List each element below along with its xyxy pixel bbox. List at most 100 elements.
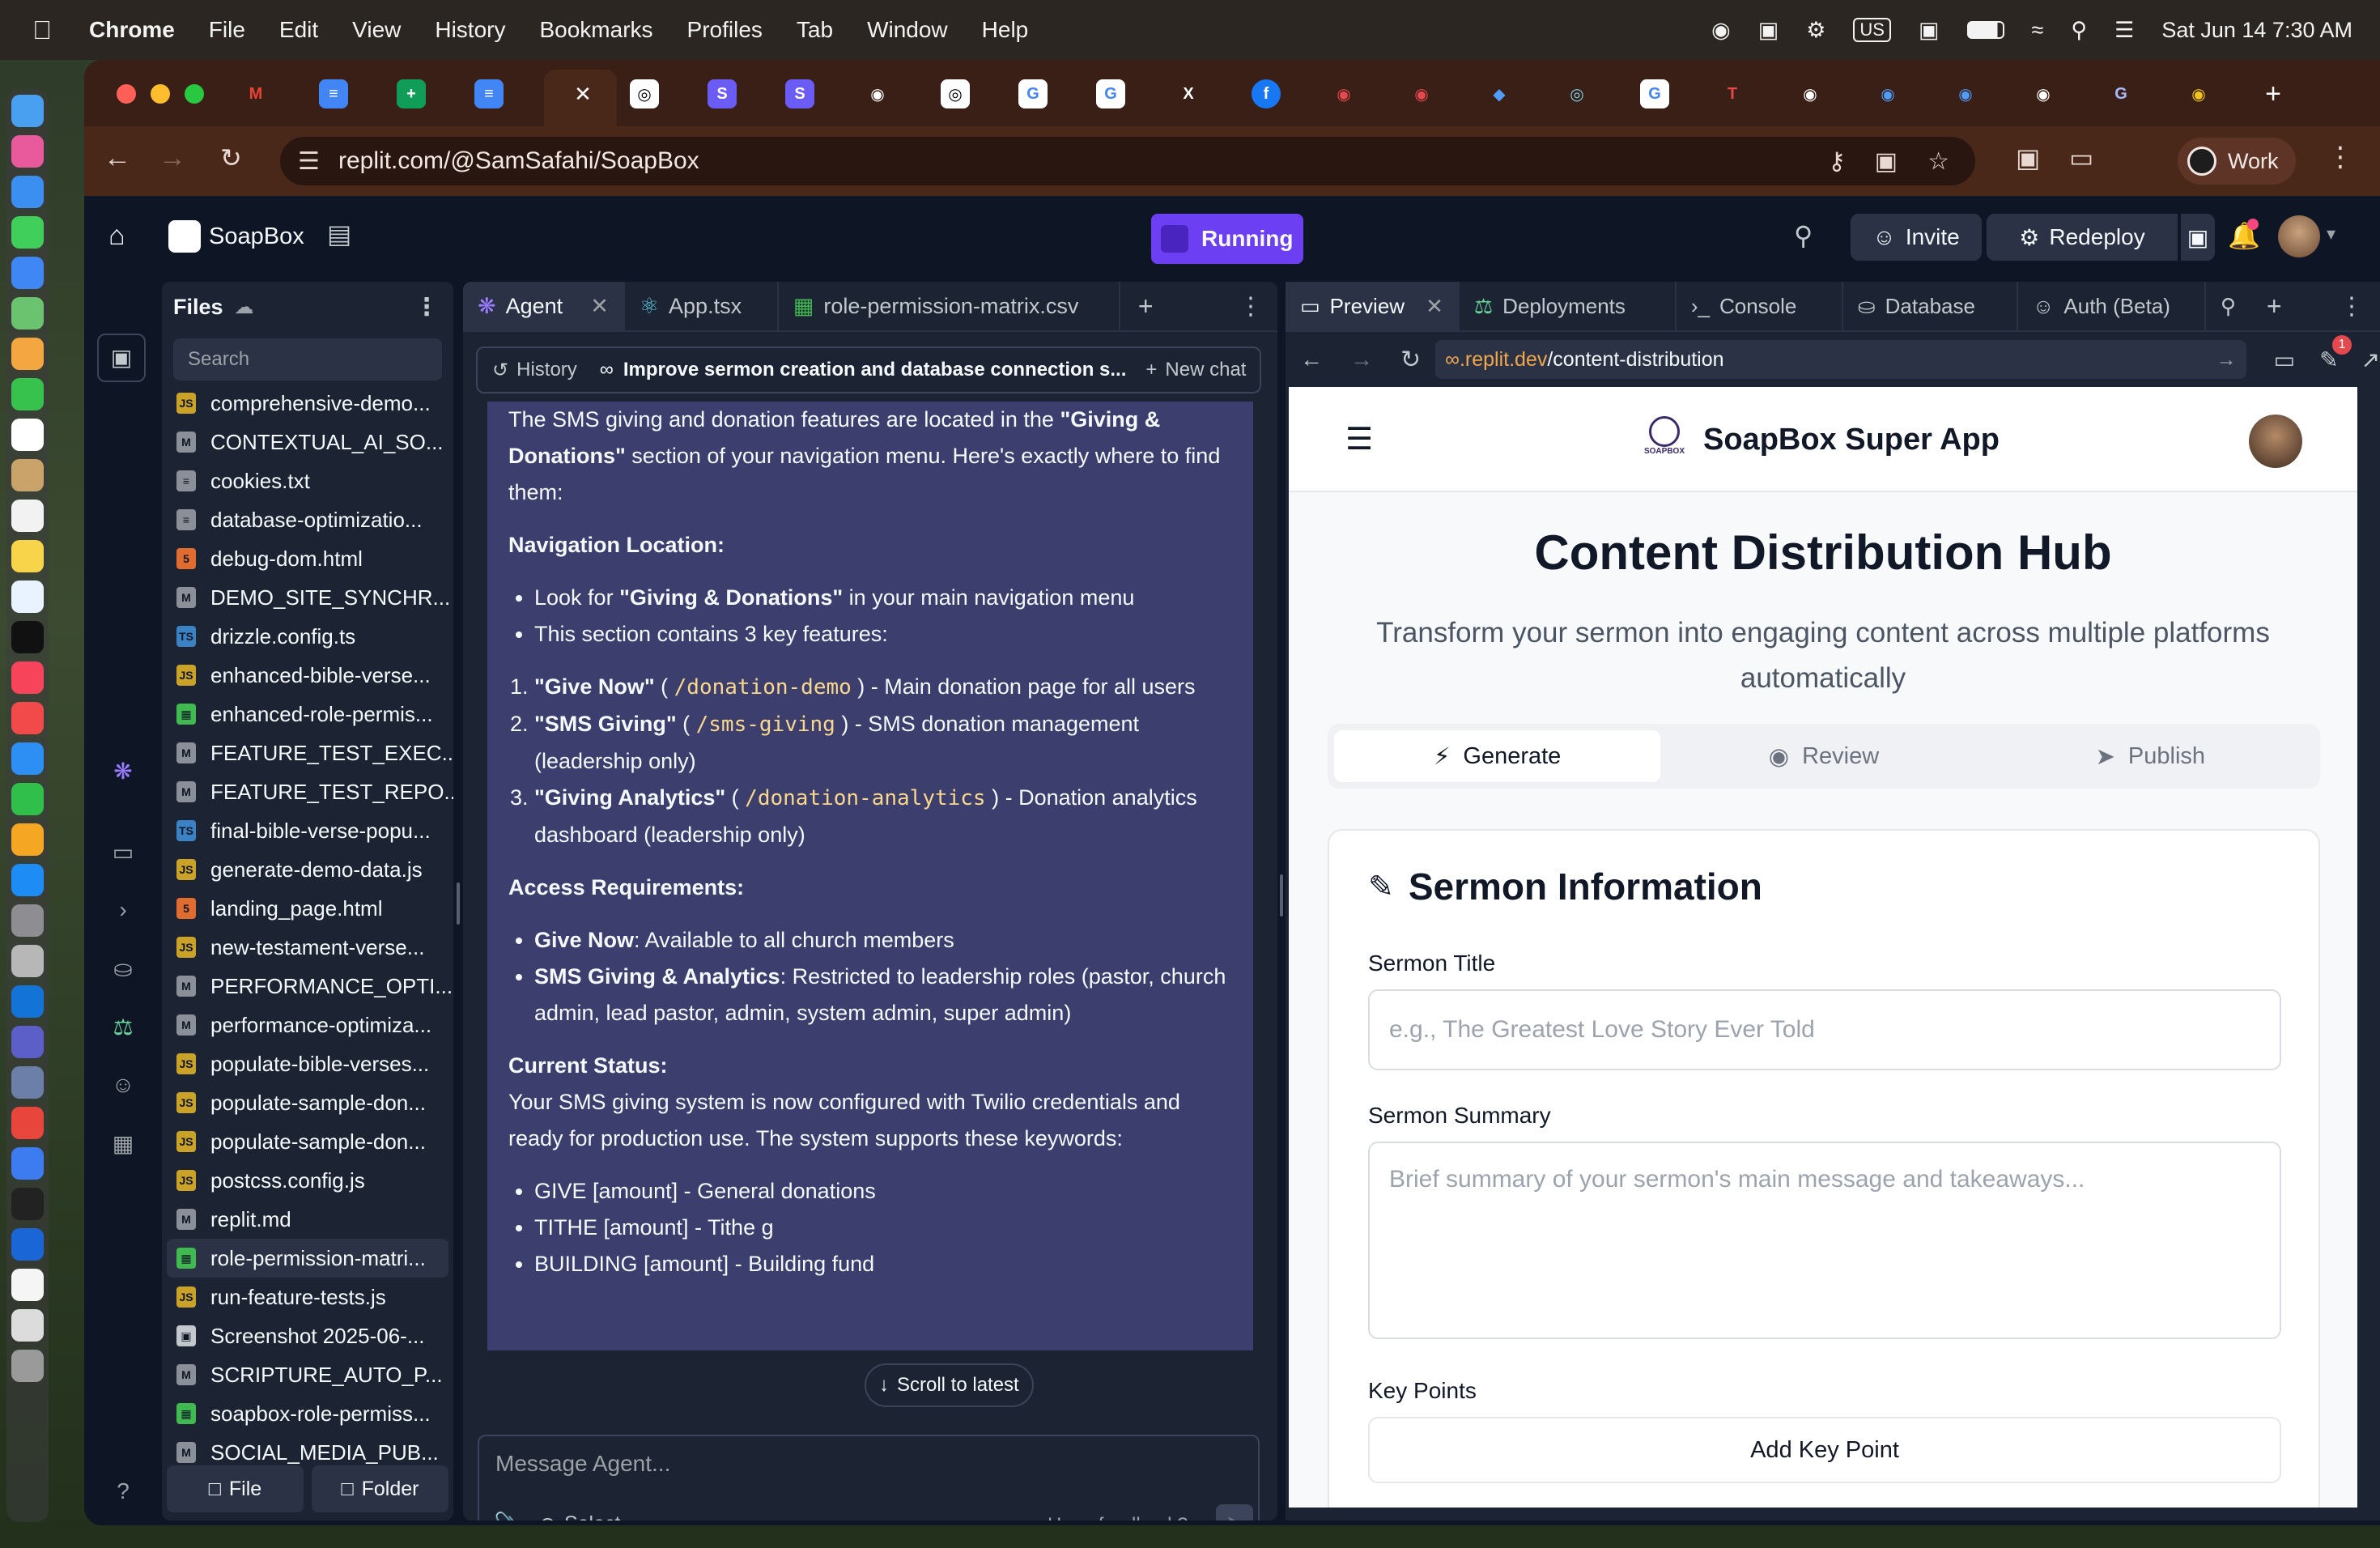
hamburger-menu-icon[interactable]: ☰ — [1345, 421, 1373, 457]
chrome-menu-icon[interactable]: ⋮ — [2327, 141, 2354, 173]
close-window-button[interactable] — [117, 84, 136, 104]
dock-maps-icon[interactable] — [11, 297, 44, 330]
dock-app-icon-2[interactable] — [11, 945, 44, 977]
project-name[interactable]: SoapBox — [209, 223, 304, 250]
dock-photos-icon[interactable] — [11, 338, 44, 370]
open-arrow-icon[interactable]: → — [2216, 348, 2237, 372]
file-item[interactable]: JS new-testament-verse... — [162, 928, 453, 967]
dock-app-icon-4[interactable] — [11, 1147, 44, 1180]
menu-file[interactable]: File — [209, 17, 245, 43]
files-search-input[interactable]: Search — [173, 338, 442, 381]
apple-icon[interactable]:  — [32, 15, 52, 45]
menu-help[interactable]: Help — [982, 17, 1029, 43]
preview-icon[interactable]: ▭ — [108, 839, 138, 868]
dock-freeform-icon[interactable] — [11, 580, 44, 613]
spotlight-search-icon[interactable]: ⚲ — [2071, 18, 2087, 43]
history-button[interactable]: ↺ History — [492, 359, 577, 382]
chevron-down-icon[interactable]: ▾ — [2327, 223, 2335, 245]
tab-console[interactable]: ›_ Console — [1677, 282, 1843, 331]
battery-icon[interactable] — [1966, 21, 2004, 39]
dock-terminal-icon[interactable] — [11, 1188, 44, 1220]
profile-button[interactable]: Work — [2178, 138, 2296, 185]
tab-openai-icon[interactable]: ◎ — [630, 79, 659, 108]
dock-reminders-icon[interactable] — [11, 500, 44, 532]
run-button[interactable]: Running — [1151, 214, 1303, 264]
dock-pages-icon[interactable] — [11, 823, 44, 856]
menu-tab[interactable]: Tab — [797, 17, 833, 43]
dock-facetime-icon[interactable] — [11, 378, 44, 410]
forward-icon[interactable]: → — [159, 142, 186, 174]
menu-window[interactable]: Window — [867, 17, 948, 43]
dock-finder-icon[interactable] — [11, 95, 44, 127]
menu-history[interactable]: History — [435, 17, 505, 43]
file-item[interactable]: JS postcss.config.js — [162, 1161, 453, 1200]
file-item[interactable]: ▦ enhanced-role-permis... — [162, 695, 453, 734]
extensions-icon[interactable]: ▣ — [2016, 142, 2040, 173]
address-url[interactable]: replit.com/@SamSafahi/SoapBox — [338, 147, 699, 175]
dock-app-icon-3[interactable] — [11, 1066, 44, 1099]
help-icon[interactable]: ? — [108, 1478, 138, 1508]
agent-icon[interactable]: ❋ — [108, 758, 138, 787]
dock-chrome-icon[interactable] — [11, 1107, 44, 1139]
tab-openai-icon-2[interactable]: ◎ — [941, 79, 970, 108]
tab-docs-icon-2[interactable]: ≡ — [474, 79, 504, 108]
close-tab-icon[interactable]: ✕ — [1426, 294, 1443, 319]
add-tab-icon[interactable]: + — [1138, 291, 1154, 321]
dock-calendar-icon[interactable] — [11, 419, 44, 451]
dock-teams-icon[interactable] — [11, 1026, 44, 1058]
preview-url-input[interactable]: ∞ .replit.dev /content-distribution → — [1435, 340, 2246, 379]
database-icon[interactable]: ⛀ — [108, 955, 138, 985]
status-icon-1[interactable]: ◉ — [1711, 18, 1731, 43]
file-item[interactable]: JS generate-demo-data.js — [162, 850, 453, 889]
file-item[interactable]: M FEATURE_TEST_REPO... — [162, 772, 453, 811]
pane-resize-handle[interactable] — [457, 882, 460, 925]
menu-edit[interactable]: Edit — [279, 17, 318, 43]
tab-app-icon-blue[interactable]: ◉ — [1873, 79, 1902, 108]
tab-google-icon-3[interactable]: G — [1640, 79, 1669, 108]
control-center-icon[interactable]: ☰ — [2114, 18, 2134, 43]
invite-button[interactable]: ☺ Invite — [1851, 214, 1982, 261]
tab-sheets-icon[interactable]: + — [397, 79, 426, 108]
files-menu-icon[interactable]: ⋮ — [414, 293, 439, 321]
site-info-icon[interactable]: ☰ — [298, 147, 320, 176]
tab-app-icon-teal[interactable]: ◎ — [1562, 79, 1592, 108]
status-icon-3[interactable]: ⚙ — [1806, 18, 1825, 43]
tab-app-icon-red[interactable]: ◉ — [1329, 79, 1358, 108]
file-item[interactable]: JS populate-sample-don... — [162, 1122, 453, 1161]
project-logo[interactable] — [168, 220, 201, 253]
file-item[interactable]: 5 debug-dom.html — [162, 539, 453, 578]
find-tab-icon[interactable]: ⚲ — [2221, 294, 2236, 319]
keyboard-input-indicator[interactable]: US — [1853, 18, 1891, 42]
new-folder-button[interactable]: □ Folder — [312, 1465, 448, 1512]
tab-generate[interactable]: ⚡ Generate — [1334, 730, 1661, 782]
tab-chatgpt-icon[interactable]: ◉ — [863, 79, 892, 108]
tab-database[interactable]: ⛀ Database — [1843, 282, 2018, 331]
user-avatar[interactable] — [2249, 415, 2302, 468]
file-item[interactable]: M DEMO_SITE_SYNCHR... — [162, 578, 453, 617]
back-icon[interactable]: ← — [104, 142, 131, 174]
device-icon[interactable]: ▭ — [2274, 347, 2295, 373]
reload-icon[interactable]: ↻ — [220, 142, 242, 173]
dock-news-icon[interactable] — [11, 702, 44, 734]
bookmark-star-icon[interactable]: ☆ — [1927, 147, 1949, 176]
tab-dropbox-icon[interactable]: ◆ — [1485, 79, 1514, 108]
dock-tv-icon[interactable] — [11, 621, 44, 653]
file-item[interactable]: ▦ soapbox-role-permiss... — [162, 1394, 453, 1433]
menubar-clock[interactable]: Sat Jun 14 7:30 AM — [2161, 18, 2352, 43]
file-item[interactable]: M CONTEXTUAL_AI_SO... — [162, 423, 453, 461]
send-button[interactable]: ➤ — [1216, 1504, 1253, 1520]
files-toggle-icon[interactable]: ▣ — [97, 334, 146, 382]
pane-menu-icon[interactable]: ⋮ — [1239, 292, 1263, 321]
new-chat-button[interactable]: + New chat — [1145, 359, 1246, 381]
dock-trash-icon[interactable] — [11, 1350, 44, 1382]
tab-deployments[interactable]: ⚖ Deployments — [1460, 282, 1677, 331]
tab-role-permission-csv[interactable]: ▦ role-permission-matrix.csv — [779, 282, 1120, 331]
status-icon-4[interactable]: ▣ — [1919, 18, 1940, 43]
file-item[interactable]: TS drizzle.config.ts — [162, 617, 453, 656]
dock-messages-icon[interactable] — [11, 216, 44, 249]
dock-outlook-icon[interactable] — [11, 985, 44, 1018]
zoom-window-button[interactable] — [185, 84, 204, 104]
tab-app-icon-g[interactable]: G — [2106, 79, 2136, 108]
file-item[interactable]: M FEATURE_TEST_EXEC... — [162, 734, 453, 772]
tab-s-icon[interactable]: S — [708, 79, 737, 108]
